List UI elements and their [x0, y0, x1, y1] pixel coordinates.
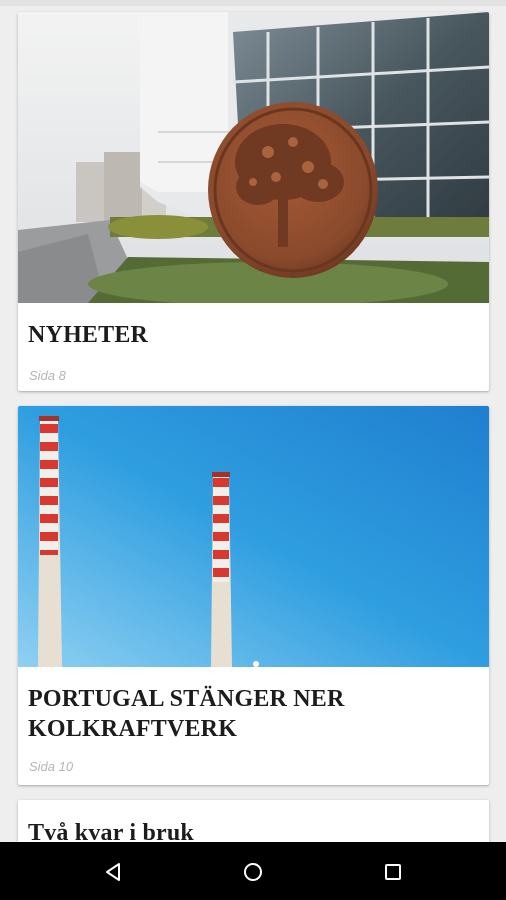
- status-area: [0, 0, 506, 6]
- recents-icon[interactable]: [381, 860, 405, 884]
- article-page-number: Sida 8: [29, 368, 66, 383]
- article-image-building-plaque: [18, 12, 489, 303]
- article-card-portugal[interactable]: PORTUGAL STÄNGER NER KOLKRAFTVERK Sida 1…: [18, 406, 489, 785]
- article-title: NYHETER: [28, 322, 149, 348]
- article-card-nyheter[interactable]: NYHETER Sida 8: [18, 12, 489, 391]
- back-icon[interactable]: [102, 860, 126, 884]
- navigation-bar: [0, 842, 506, 900]
- article-page-number: Sida 10: [29, 759, 74, 774]
- home-icon[interactable]: [241, 860, 265, 884]
- article-title: PORTUGAL STÄNGER NER KOLKRAFTVERK: [28, 686, 345, 742]
- article-image-chimneys: [18, 406, 489, 667]
